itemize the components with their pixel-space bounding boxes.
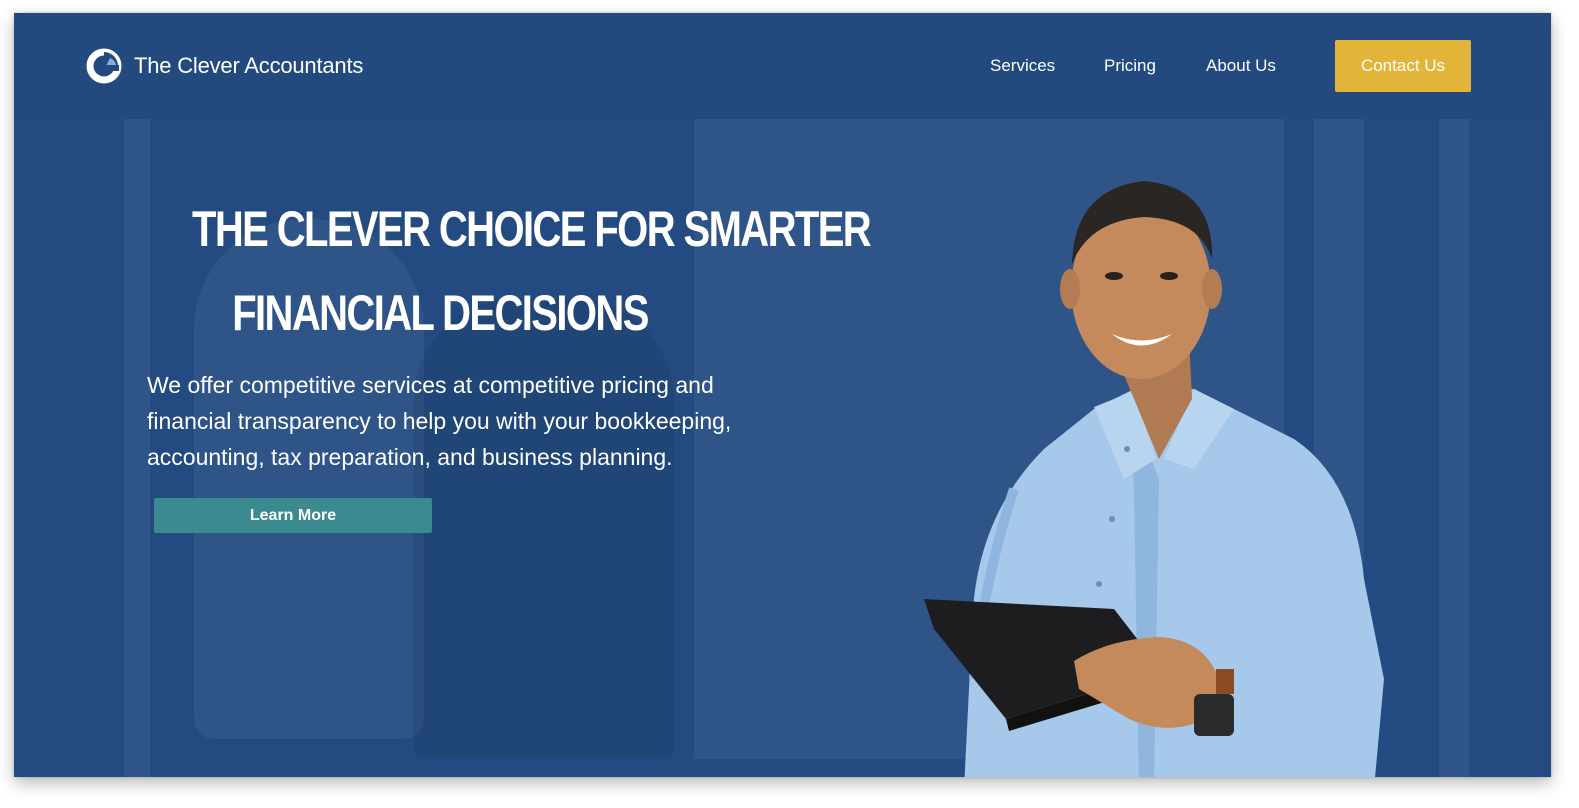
nav-pricing[interactable]: Pricing [1104,56,1156,76]
background-column-blur-2 [1439,119,1469,777]
hero-headline-line-2: Financial Decisions [232,285,649,341]
hero-section: The Clever Choice for Smarter Financial … [14,119,1551,777]
page-frame: The Clever Accountants Services Pricing … [14,13,1551,777]
hero-headline: The Clever Choice for Smarter Financial … [192,187,872,355]
nav-services[interactable]: Services [990,56,1055,76]
logo-icon[interactable] [86,48,122,84]
hero-headline-line-1: The Clever Choice for Smarter [192,201,872,257]
learn-more-button[interactable]: Learn More [154,498,432,533]
hero-description: We offer competitive services at competi… [147,372,732,470]
brand-name[interactable]: The Clever Accountants [134,53,363,79]
nav-about-us[interactable]: About Us [1206,56,1276,76]
site-header: The Clever Accountants Services Pricing … [14,13,1551,119]
businessman-photo [924,181,1384,777]
contact-us-button[interactable]: Contact Us [1335,40,1471,92]
